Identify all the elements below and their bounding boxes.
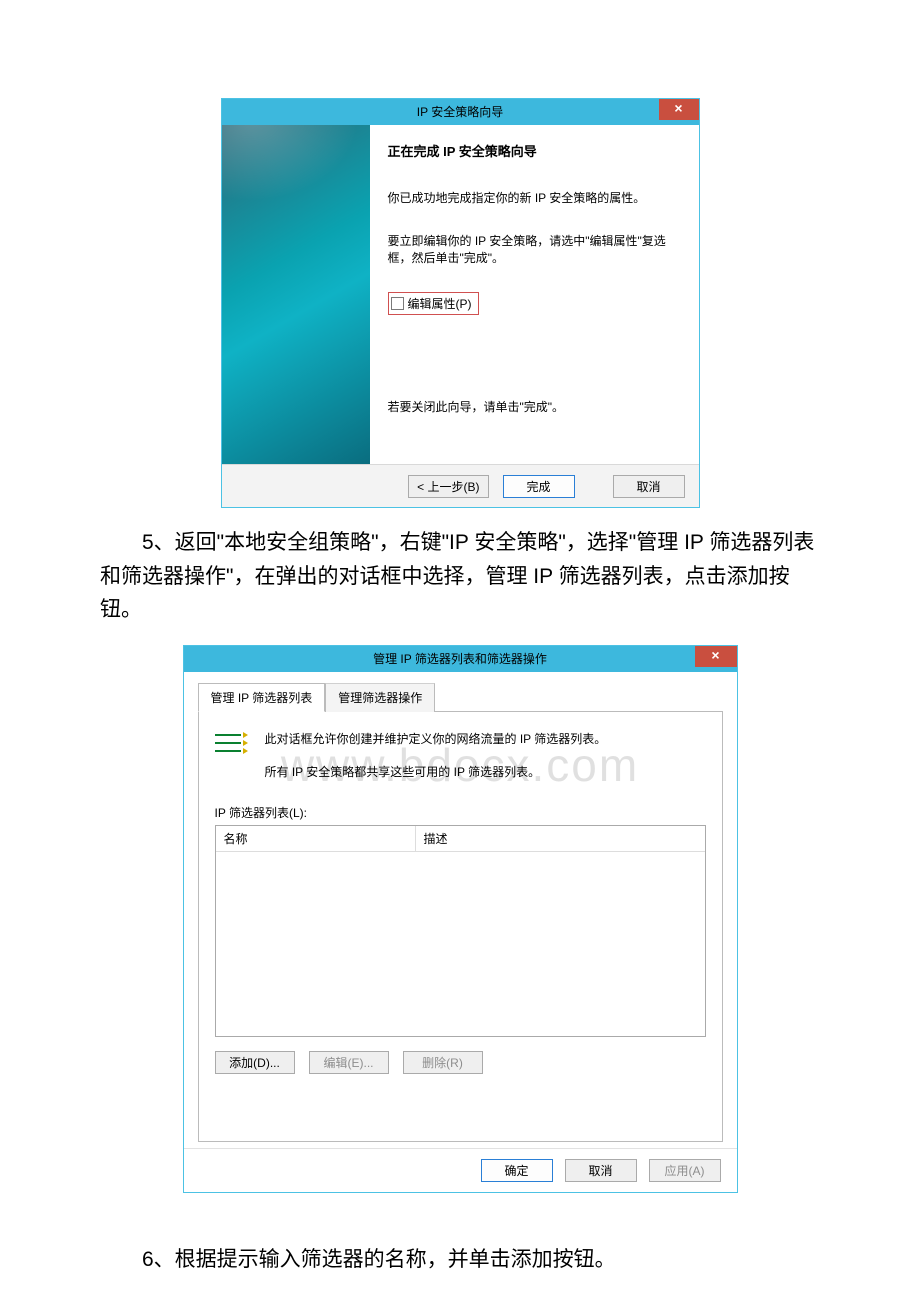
document-step-6: 6、根据提示输入筛选器的名称，并单击添加按钮。 <box>0 1243 920 1277</box>
back-button[interactable]: < 上一步(B) <box>408 475 488 498</box>
col-desc[interactable]: 描述 <box>416 826 705 851</box>
filter-listbox[interactable]: 名称 描述 <box>215 825 706 1037</box>
edit-properties-checkbox[interactable] <box>391 297 404 310</box>
document-step-5: 5、返回"本地安全组策略"，右键"IP 安全策略"，选择"管理 IP 筛选器列表… <box>0 526 920 627</box>
wizard-main: 正在完成 IP 安全策略向导 你已成功地完成指定你的新 IP 安全策略的属性。 … <box>370 125 699 464</box>
dialog-titlebar[interactable]: 管理 IP 筛选器列表和筛选器操作 × <box>184 646 737 672</box>
wizard-body: 正在完成 IP 安全策略向导 你已成功地完成指定你的新 IP 安全策略的属性。 … <box>222 125 699 465</box>
list-header: 名称 描述 <box>216 826 705 852</box>
cancel-button[interactable]: 取消 <box>613 475 685 498</box>
dialog-description-row: 此对话框允许你创建并维护定义你的网络流量的 IP 筛选器列表。 所有 IP 安全… <box>215 730 706 796</box>
close-button[interactable]: × <box>659 99 699 120</box>
filter-list-label: IP 筛选器列表(L): <box>215 804 706 821</box>
close-icon: × <box>674 100 682 116</box>
list-buttons: 添加(D)... 编辑(E)... 删除(R) <box>215 1051 706 1074</box>
wizard-footer: < 上一步(B) 完成 取消 <box>222 465 699 507</box>
add-button[interactable]: 添加(D)... <box>215 1051 295 1074</box>
filter-list-icon <box>215 730 249 760</box>
dialog-footer: 确定 取消 应用(A) <box>184 1148 737 1192</box>
wizard-side-graphic <box>222 125 370 464</box>
col-name[interactable]: 名称 <box>216 826 416 851</box>
wizard-text-2: 要立即编辑你的 IP 安全策略，请选中"编辑属性"复选框，然后单击"完成"。 <box>388 233 681 267</box>
wizard-heading: 正在完成 IP 安全策略向导 <box>388 141 681 160</box>
remove-button[interactable]: 删除(R) <box>403 1051 483 1074</box>
dialog-description: 此对话框允许你创建并维护定义你的网络流量的 IP 筛选器列表。 所有 IP 安全… <box>265 730 607 796</box>
tab-filter-ops[interactable]: 管理筛选器操作 <box>325 683 435 712</box>
edit-button[interactable]: 编辑(E)... <box>309 1051 389 1074</box>
edit-properties-label: 编辑属性(P) <box>408 295 472 312</box>
close-icon: × <box>711 647 719 663</box>
dialog-desc-2: 所有 IP 安全策略都共享这些可用的 IP 筛选器列表。 <box>265 763 607 782</box>
manage-ip-filter-dialog: 管理 IP 筛选器列表和筛选器操作 × 管理 IP 筛选器列表 管理筛选器操作 … <box>183 645 738 1193</box>
dialog-title: 管理 IP 筛选器列表和筛选器操作 <box>373 652 547 666</box>
tab-content: 此对话框允许你创建并维护定义你的网络流量的 IP 筛选器列表。 所有 IP 安全… <box>198 712 723 1142</box>
ip-security-wizard-dialog: IP 安全策略向导 × 正在完成 IP 安全策略向导 你已成功地完成指定你的新 … <box>221 98 700 508</box>
wizard-titlebar[interactable]: IP 安全策略向导 × <box>222 99 699 125</box>
apply-button[interactable]: 应用(A) <box>649 1159 721 1182</box>
wizard-text-1: 你已成功地完成指定你的新 IP 安全策略的属性。 <box>388 190 681 207</box>
wizard-text-3: 若要关闭此向导，请单击"完成"。 <box>388 399 681 416</box>
close-button[interactable]: × <box>695 646 737 667</box>
tab-row: 管理 IP 筛选器列表 管理筛选器操作 <box>198 682 723 712</box>
wizard-title: IP 安全策略向导 <box>417 105 503 119</box>
dialog-desc-1: 此对话框允许你创建并维护定义你的网络流量的 IP 筛选器列表。 <box>265 730 607 749</box>
tab-filter-list[interactable]: 管理 IP 筛选器列表 <box>198 683 326 712</box>
finish-button[interactable]: 完成 <box>503 475 575 498</box>
ok-button[interactable]: 确定 <box>481 1159 553 1182</box>
cancel-button[interactable]: 取消 <box>565 1159 637 1182</box>
side-glow <box>222 125 370 215</box>
dialog-inner: 管理 IP 筛选器列表 管理筛选器操作 此对话框允许你创建并维护定义你的网络流量… <box>184 672 737 1148</box>
edit-properties-group: 编辑属性(P) <box>388 292 479 315</box>
